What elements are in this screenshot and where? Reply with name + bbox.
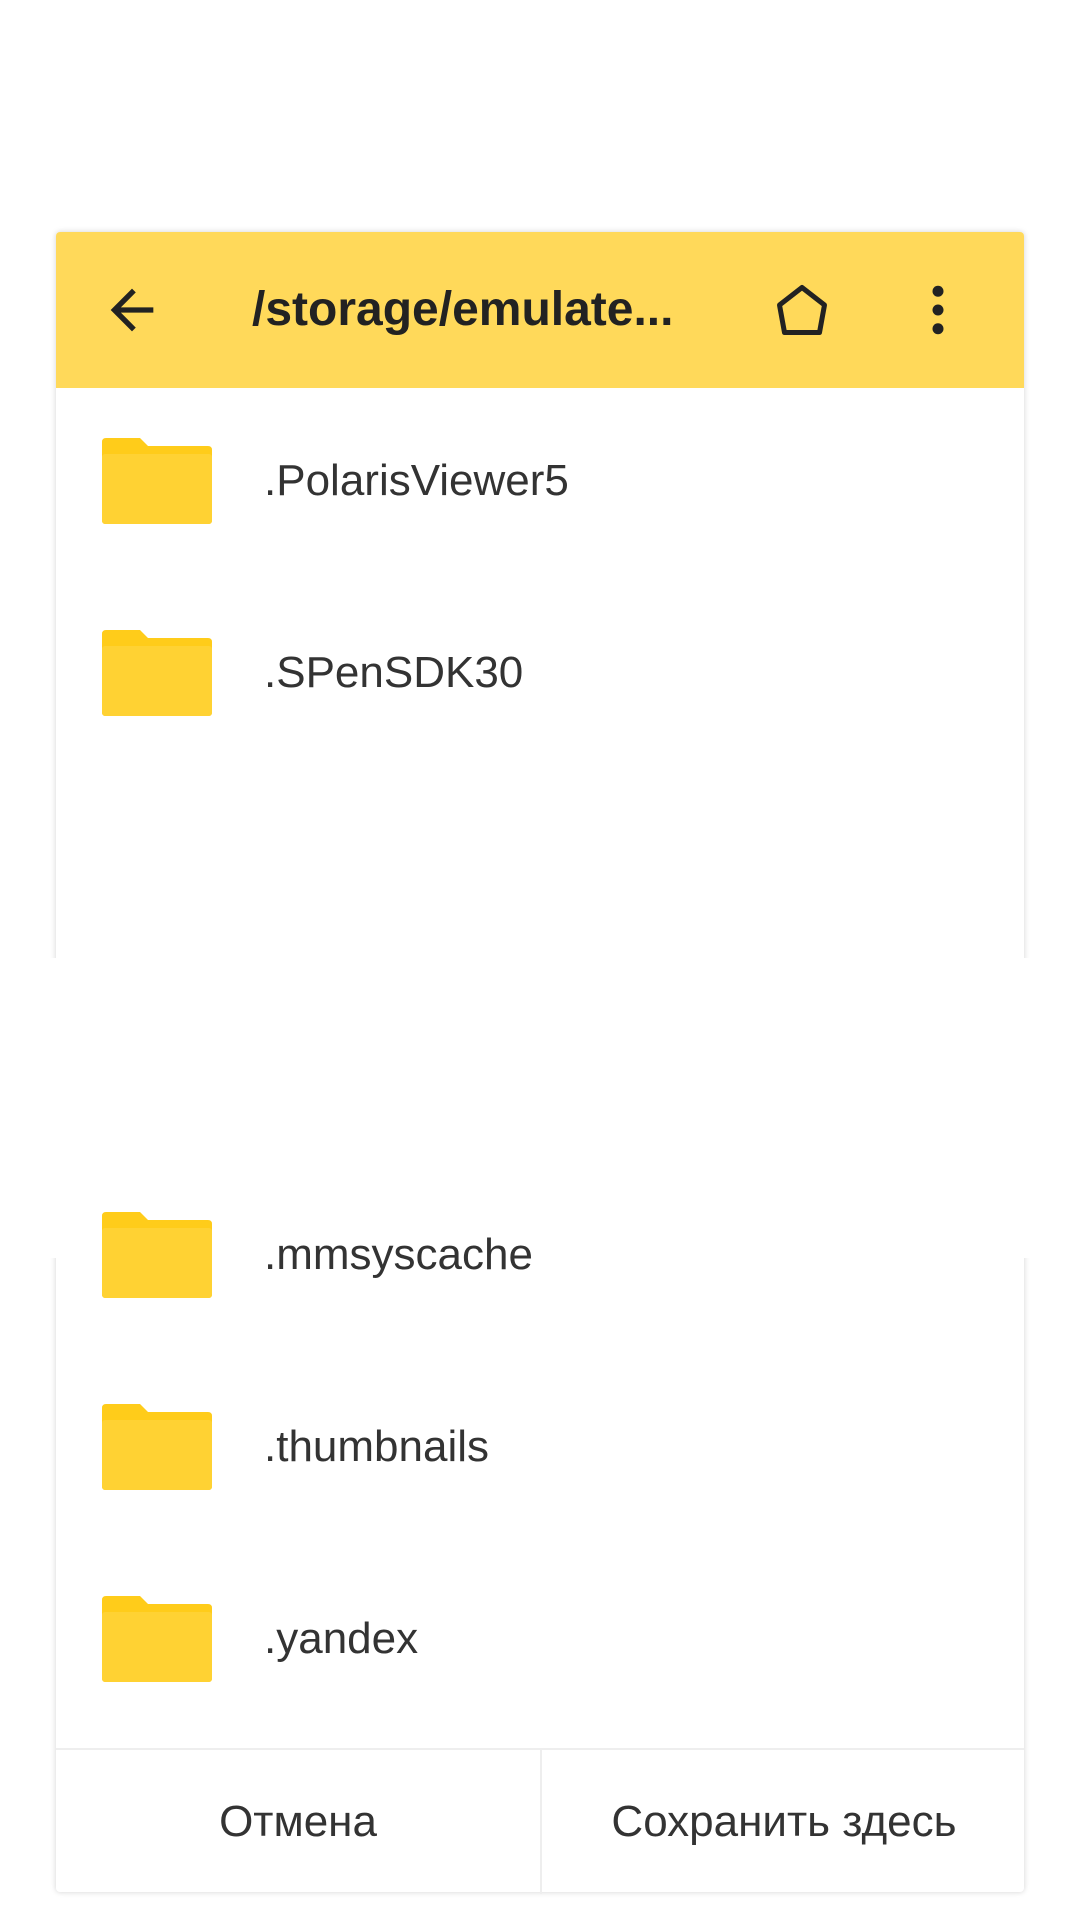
folder-name: .PolarisViewer5 [264,456,569,505]
cancel-button[interactable]: Отмена [56,1750,540,1894]
more-options-button[interactable] [896,268,980,352]
more-vert-icon [932,285,944,335]
folder-name: .SPenSDK30 [264,648,524,697]
folder-icon [102,1404,212,1490]
home-button[interactable] [760,268,844,352]
list-item[interactable]: .yandex [56,1546,1024,1738]
arrow-left-icon [110,288,154,332]
folder-icon [102,1212,212,1298]
save-here-button[interactable]: Сохранить здесь [540,1750,1026,1894]
folder-name: .thumbnails [264,1422,490,1471]
dialog-footer: Отмена Сохранить здесь [56,1748,1024,1894]
toolbar: /storage/emulate... [56,232,1024,388]
folder-name: .mmsyscache [264,1230,533,1279]
current-path: /storage/emulate... [252,283,674,336]
folder-picker-dialog: /storage/emulate... .PolarisViewer5 .SPe… [46,232,1036,1894]
list-item[interactable]: .SPenSDK30 [56,580,1024,772]
list-item[interactable]: .thumbnails [56,1354,1024,1546]
list-item[interactable]: .mmsyscache [56,1162,1024,1354]
home-icon [777,285,827,335]
folder-list: .PolarisViewer5 .SPenSDK30 .mmsyscache .… [46,388,1036,1790]
list-item[interactable]: .PolarisViewer5 [56,388,1024,580]
folder-icon [102,630,212,716]
folder-icon [102,438,212,524]
back-button[interactable] [90,268,174,352]
folder-icon [102,1596,212,1682]
folder-name: .yandex [264,1614,419,1663]
